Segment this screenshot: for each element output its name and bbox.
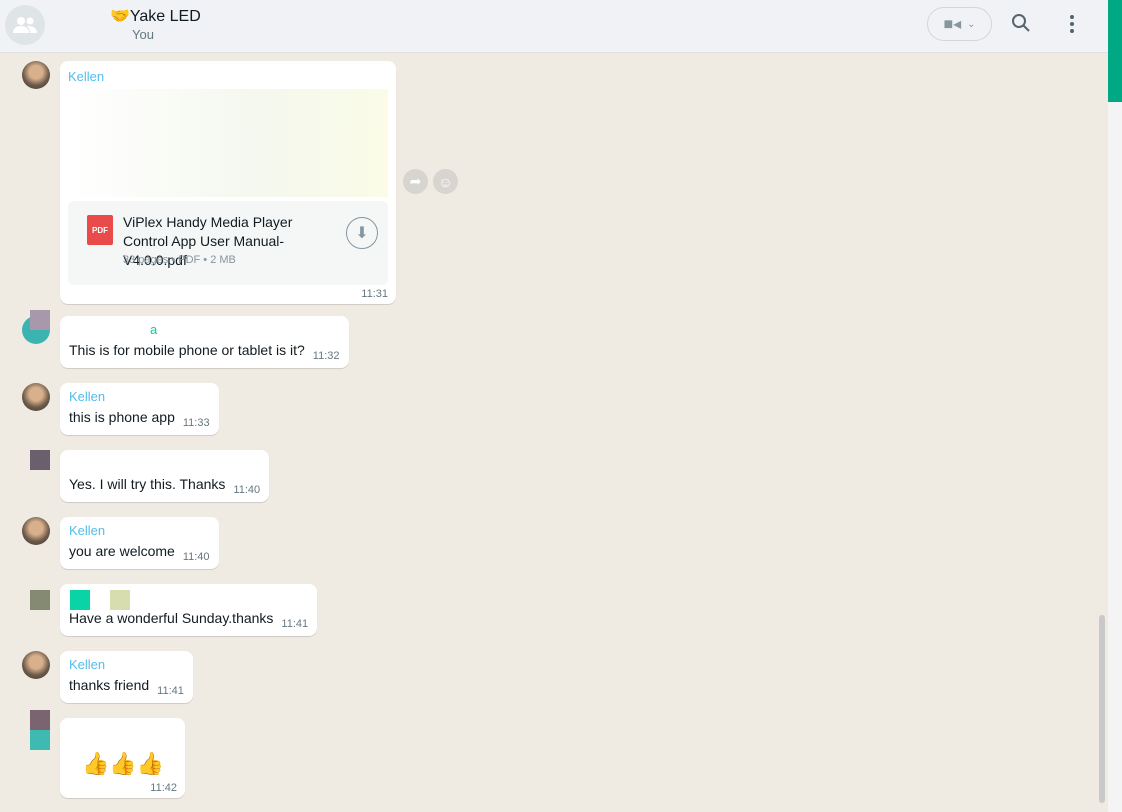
sender-name xyxy=(69,590,308,606)
forward-icon[interactable]: ➦ xyxy=(403,169,428,194)
avatar[interactable] xyxy=(22,517,50,545)
chevron-down-icon: ⌄ xyxy=(967,18,976,30)
sender-name: Kellen xyxy=(69,523,106,538)
redaction xyxy=(30,590,50,610)
message-time: 11:33 xyxy=(182,417,210,429)
message-text: Yes. I will try this. Thanks xyxy=(69,476,226,492)
message-bubble: Have a wonderful Sunday.thanks 11:41 xyxy=(60,584,318,636)
chat-header: 🤝Yake LED You ■◂ ⌄ xyxy=(0,0,1108,53)
document-preview xyxy=(68,89,388,197)
redaction xyxy=(30,450,50,470)
redaction xyxy=(110,590,130,610)
chat-title[interactable]: 🤝Yake LED xyxy=(110,6,201,26)
redaction xyxy=(30,310,50,330)
message-time: 11:41 xyxy=(157,685,184,697)
chat-scrollbar-thumb[interactable] xyxy=(1099,615,1105,803)
video-camera-icon: ■◂ xyxy=(943,16,962,33)
message-text: thanks friend xyxy=(69,677,150,693)
document-meta: 33 pages • PDF • 2 MB xyxy=(123,254,236,266)
sender-name: Kellen xyxy=(68,69,105,84)
message-bubble: Kellen PDF ViPlex Handy Media Player Con… xyxy=(60,61,396,304)
sender-name: Wijesuriya xyxy=(69,456,129,471)
message-bubble: a This is for mobile phone or tablet is … xyxy=(60,316,349,368)
message-time: 11:42 xyxy=(150,782,177,794)
message-bubble: Kellen you are welcome 11:40 xyxy=(60,517,219,569)
message-text: Have a wonderful Sunday.thanks xyxy=(69,610,274,626)
message-time: 11:32 xyxy=(312,350,340,362)
emoji-react-icon[interactable]: ☺ xyxy=(433,169,458,194)
scrollbar-track[interactable] xyxy=(1108,102,1122,812)
message-text: This is for mobile phone or tablet is it… xyxy=(69,342,305,358)
message-bubble: Wijesuriya Yes. I will try this. Thanks 1… xyxy=(60,450,270,502)
redaction xyxy=(30,710,50,730)
avatar[interactable] xyxy=(22,651,50,679)
redaction xyxy=(30,730,50,750)
sender-name: Kellen xyxy=(69,389,106,404)
pdf-icon: PDF xyxy=(87,215,113,245)
sender-name: Kellen xyxy=(69,657,106,672)
message-bubble: 👍👍👍 11:42 xyxy=(60,718,185,798)
download-icon[interactable]: ⬇ xyxy=(346,217,378,249)
document-attachment[interactable]: PDF ViPlex Handy Media Player Control Ap… xyxy=(68,201,388,285)
message-text: this is phone app xyxy=(69,409,175,425)
avatar[interactable] xyxy=(22,61,50,89)
group-avatar[interactable] xyxy=(5,5,45,45)
message-bubble: Kellen this is phone app 11:33 xyxy=(60,383,219,435)
avatar[interactable] xyxy=(22,383,50,411)
message-time: 11:40 xyxy=(233,484,261,496)
group-icon xyxy=(13,17,37,33)
message-text: 👍👍👍 xyxy=(82,751,165,776)
message-time: 11:31 xyxy=(361,288,388,300)
message-time: 11:40 xyxy=(182,551,210,563)
message-bubble: Kellen thanks friend 11:41 xyxy=(60,651,193,703)
redaction xyxy=(70,590,90,610)
search-icon[interactable] xyxy=(1011,13,1031,38)
video-call-button[interactable]: ■◂ ⌄ xyxy=(927,7,992,41)
chat-subtitle: You xyxy=(132,27,154,42)
scrollbar-indicator xyxy=(1108,0,1122,102)
message-time: 11:41 xyxy=(281,618,309,630)
sender-name: a xyxy=(150,322,158,337)
message-text: you are welcome xyxy=(69,543,175,559)
menu-icon[interactable] xyxy=(1069,14,1075,39)
